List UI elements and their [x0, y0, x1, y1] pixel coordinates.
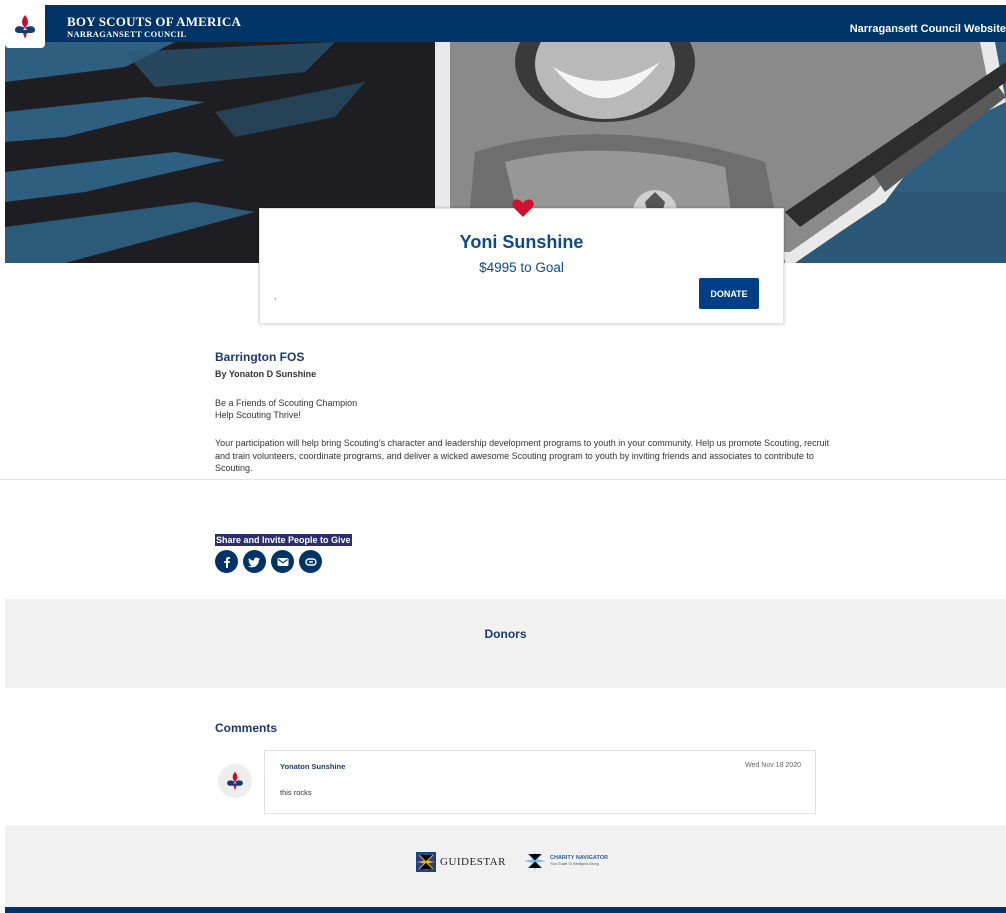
bsa-logo[interactable] — [5, 5, 45, 48]
fundraiser-card: Yoni Sunshine $4995 to Goal , DONATE — [259, 208, 784, 324]
donate-button[interactable]: DONATE — [699, 278, 759, 309]
campaign-author: By Yonaton D Sunshine — [215, 369, 317, 379]
fundraiser-name: Yoni Sunshine — [459, 232, 584, 252]
avatar — [218, 764, 252, 798]
comment-text: this rocks — [280, 788, 312, 797]
guidestar-logo[interactable]: GUIDESTAR — [416, 852, 506, 872]
heart-icon — [512, 199, 534, 217]
org-name: BOY SCOUTS OF AMERICA — [67, 14, 242, 29]
section-divider — [0, 479, 1006, 480]
goal-amount: $4995 to Goal — [479, 260, 564, 275]
comments-title: Comments — [215, 721, 278, 735]
top-navigation-bar: BOY SCOUTS OF AMERICA NARRAGANSETT COUNC… — [5, 5, 1006, 42]
council-name: NARRAGANSETT COUNCIL — [67, 29, 187, 39]
council-website-link[interactable]: Narragansett Council Website — [850, 23, 1006, 35]
page: BOY SCOUTS OF AMERICA NARRAGANSETT COUNC… — [0, 0, 1006, 913]
fleur-de-lis-icon — [227, 771, 243, 791]
comment-author: Yonaton Sunshine — [280, 762, 346, 771]
guidestar-text: GUIDESTAR — [440, 856, 506, 868]
charity-navigator-tagline: Your Guide To Intelligent Giving — [550, 861, 599, 866]
charity-navigator-logo[interactable]: CHARITY NAVIGATOR Your Guide To Intellig… — [524, 850, 608, 872]
tagline-line-1: Be a Friends of Scouting Champion — [215, 398, 358, 408]
footer-bottom-bar — [5, 907, 1006, 913]
charity-navigator-name: CHARITY NAVIGATOR — [550, 855, 608, 861]
compass-star-icon — [524, 850, 546, 872]
campaign-content: Barrington FOS By Yonaton D Sunshine Be … — [215, 350, 835, 475]
fleur-de-lis-icon — [15, 14, 35, 39]
donors-title: Donors — [484, 627, 527, 641]
campaign-tagline: Be a Friends of Scouting Champion Help S… — [215, 397, 835, 421]
twitter-icon[interactable] — [243, 550, 266, 573]
comment-item: Yonaton Sunshine Wed Nov 18 2020 this ro… — [264, 750, 816, 814]
facebook-icon[interactable] — [215, 550, 238, 573]
charity-navigator-text: CHARITY NAVIGATOR Your Guide To Intellig… — [550, 855, 608, 866]
share-icons — [215, 550, 322, 573]
guidestar-star-icon — [416, 852, 436, 872]
campaign-description: Your participation will help bring Scout… — [215, 438, 830, 473]
email-icon[interactable] — [271, 550, 294, 573]
donors-section: Donors — [5, 599, 1006, 688]
comment-date: Wed Nov 18 2020 — [745, 762, 801, 769]
progress-text: , — [274, 291, 277, 301]
share-label: Share and Invite People to Give — [215, 534, 352, 546]
brand-text: BOY SCOUTS OF AMERICA NARRAGANSETT COUNC… — [67, 15, 241, 39]
campaign-title: Barrington FOS — [215, 350, 305, 364]
tagline-line-2: Help Scouting Thrive! — [215, 410, 301, 420]
link-icon[interactable] — [299, 550, 322, 573]
